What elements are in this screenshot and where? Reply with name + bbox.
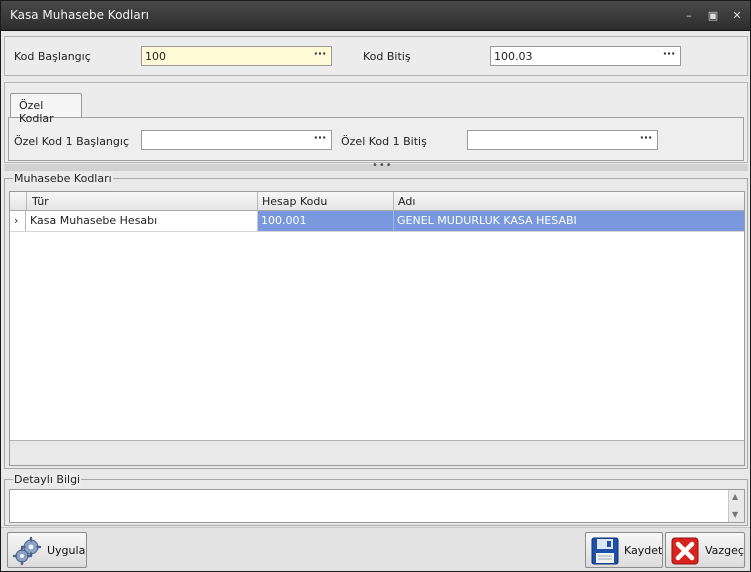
save-button[interactable]: Kaydet <box>585 532 663 568</box>
close-icon[interactable]: ✕ <box>729 9 745 23</box>
start-code-value: 100 <box>145 50 166 63</box>
cell-account-code[interactable]: 100.001 <box>258 211 394 231</box>
cancel-button[interactable]: Vazgeç <box>665 532 745 568</box>
bottom-toolbar: Uygula Kaydet Vazgeç <box>1 527 750 571</box>
special-start-field[interactable]: ··· <box>141 130 332 150</box>
row-indicator-icon: › <box>10 211 26 231</box>
table-row[interactable]: › Kasa Muhasebe Hesabı 100.001 GENEL MUD… <box>10 211 744 232</box>
cell-name[interactable]: GENEL MUDURLUK KASA HESABI <box>394 211 744 231</box>
end-code-lookup-icon[interactable]: ··· <box>660 47 678 65</box>
special-codes-panel: Özel Kod 1 Başlangıç ··· Özel Kod 1 Biti… <box>4 82 748 163</box>
column-header-account-code[interactable]: Hesap Kodu <box>258 192 394 211</box>
tab-special-codes[interactable]: Özel Kodlar <box>10 93 82 125</box>
grid-footer <box>10 440 744 465</box>
scroll-down-icon[interactable]: ▼ <box>732 510 738 519</box>
accounts-grid[interactable]: Tür Hesap Kodu Adı › Kasa Muhasebe Hesab… <box>9 191 745 466</box>
start-code-label: Kod Başlangıç <box>14 50 91 63</box>
start-code-lookup-icon[interactable]: ··· <box>311 47 329 65</box>
window-title: Kasa Muhasebe Kodları <box>10 8 149 22</box>
title-bar[interactable]: Kasa Muhasebe Kodları – ▣ ✕ <box>1 1 750 31</box>
indicator-column-header <box>10 192 27 211</box>
scroll-up-icon[interactable]: ▲ <box>732 492 738 501</box>
special-end-field[interactable]: ··· <box>467 130 658 150</box>
minimize-icon[interactable]: – <box>681 9 697 23</box>
end-code-field[interactable]: 100.03 ··· <box>490 46 681 66</box>
special-start-lookup-icon[interactable]: ··· <box>311 131 329 149</box>
end-code-label: Kod Bitiş <box>363 50 411 63</box>
splitter-handle[interactable]: ••• <box>4 160 748 171</box>
apply-button[interactable]: Uygula <box>7 532 87 568</box>
special-start-label: Özel Kod 1 Başlangıç <box>14 135 129 148</box>
special-end-label: Özel Kod 1 Bitiş <box>341 135 427 148</box>
end-code-value: 100.03 <box>494 50 533 63</box>
maximize-icon[interactable]: ▣ <box>705 9 721 23</box>
save-button-label: Kaydet <box>624 544 663 557</box>
detail-scrollbar[interactable]: ▲ ▼ <box>728 490 744 522</box>
floppy-disk-icon <box>591 537 619 565</box>
special-end-lookup-icon[interactable]: ··· <box>637 131 655 149</box>
accounts-group-caption: Muhasebe Kodları <box>13 172 113 185</box>
tab-special-codes-label: Özel Kodlar <box>19 99 54 125</box>
start-code-field[interactable]: 100 ··· <box>141 46 332 66</box>
column-header-type[interactable]: Tür <box>27 192 258 211</box>
detail-group-caption: Detaylı Bilgi <box>13 473 82 486</box>
gears-icon <box>12 536 42 566</box>
column-header-name[interactable]: Adı <box>394 192 744 211</box>
grid-header: Tür Hesap Kodu Adı <box>10 192 744 211</box>
cancel-x-icon <box>671 537 699 565</box>
cell-type[interactable]: Kasa Muhasebe Hesabı <box>27 211 258 231</box>
detail-textarea[interactable]: ▲ ▼ <box>9 489 745 523</box>
splitter-grip-icon: ••• <box>372 160 393 171</box>
cancel-button-label: Vazgeç <box>705 544 744 557</box>
code-range-panel: Kod Başlangıç 100 ··· Kod Bitiş 100.03 ·… <box>4 36 748 76</box>
dialog-window: Kasa Muhasebe Kodları – ▣ ✕ Kod Başlangı… <box>0 0 751 572</box>
apply-button-label: Uygula <box>47 544 86 557</box>
